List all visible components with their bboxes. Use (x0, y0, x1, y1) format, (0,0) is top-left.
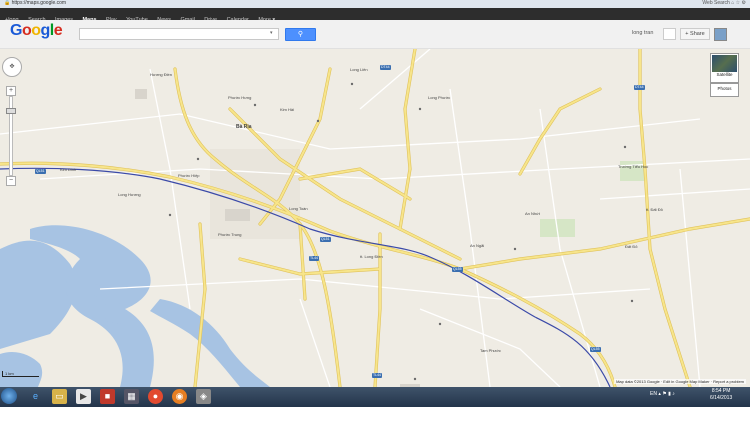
map-scale: 1 km (2, 371, 39, 377)
clock-time: 8:54 PM (711, 388, 731, 394)
map-label[interactable]: Long Liên (350, 67, 368, 72)
map-label[interactable]: An Nhứt (525, 211, 540, 216)
zoom-in-button[interactable]: + (6, 86, 16, 96)
map-label[interactable]: Hương Điền (150, 72, 172, 77)
map-label[interactable]: Phước Hiệp (178, 173, 200, 178)
road-shield: QL51 (35, 169, 46, 174)
volume-icon: ♪ (672, 391, 675, 397)
satellite-toggle[interactable]: Satellite (710, 53, 739, 83)
search-placeholder: Web Search (702, 0, 730, 6)
road-shield: QL55 (452, 267, 463, 272)
map-label[interactable]: Đất Đỏ (625, 244, 637, 249)
search-button[interactable]: ⚲ (285, 28, 316, 41)
user-name[interactable]: long tran (632, 30, 653, 36)
system-tray[interactable]: EN ▴ ⚑ ▮ ♪ (650, 391, 675, 397)
flag-icon: ⚑ (662, 391, 667, 397)
map-label[interactable]: Long Phước (428, 95, 450, 100)
notification-button[interactable] (663, 28, 676, 40)
map-canvas[interactable]: Hương Điền Phước Hưng Bà Rịa Kim Dinh Ph… (0, 49, 750, 387)
map-label[interactable]: Trường Tiểu Học (618, 164, 648, 169)
file-explorer-icon[interactable]: ▭ (52, 389, 67, 404)
bottom-margin (0, 407, 750, 421)
zoom-slider-thumb[interactable] (6, 108, 16, 114)
maps-search-input[interactable] (79, 28, 279, 40)
map-label[interactable]: Kim Dinh (60, 167, 76, 172)
lock-icon: 🔒 (4, 0, 12, 6)
firefox-icon[interactable]: ◉ (172, 389, 187, 404)
share-button[interactable]: + Share (680, 28, 710, 40)
road-shield: QL55 (590, 347, 601, 352)
start-button[interactable] (1, 388, 17, 404)
internet-explorer-icon[interactable]: e (28, 389, 43, 404)
satellite-thumbnail (712, 55, 737, 72)
chrome-icon[interactable]: ● (148, 389, 163, 404)
avatar[interactable] (714, 28, 727, 41)
pan-arrows-icon: ✥ (9, 64, 15, 70)
map-label[interactable]: Phước Hưng (228, 95, 251, 100)
map-label[interactable]: Long Toàn (289, 206, 308, 211)
google-logo[interactable]: Google (10, 22, 63, 40)
road-shield: QL51 (320, 237, 331, 242)
home-icon[interactable]: ⌂ (731, 0, 734, 6)
satellite-label: Satellite (716, 72, 733, 77)
map-label[interactable]: An Ngãi (470, 243, 484, 248)
app-icon-3[interactable]: ◈ (196, 389, 211, 404)
road-shield: TL44 (309, 256, 319, 261)
photos-toggle[interactable]: Photos (710, 83, 739, 97)
map-graphics (0, 49, 750, 387)
app-icon[interactable]: ■ (100, 389, 115, 404)
pan-control[interactable]: ✥ (2, 57, 22, 77)
clock-date: 6/14/2013 (710, 395, 733, 401)
gear-icon[interactable]: ⚙ (742, 0, 746, 6)
map-label[interactable]: Bà Rịa (236, 124, 252, 130)
taskbar-clock[interactable]: 8:54 PM 6/14/2013 (710, 388, 732, 402)
network-icon: ▮ (668, 391, 671, 397)
search-dropdown-icon[interactable]: ▾ (270, 30, 273, 36)
map-label[interactable]: Long Hương (118, 192, 141, 197)
map-label[interactable]: Phước Trung (218, 232, 242, 237)
map-label[interactable]: tt. Long Điền (360, 254, 383, 259)
road-shield: TL44 (372, 373, 382, 378)
magnifier-icon: ⚲ (297, 31, 304, 38)
map-label[interactable]: Tam Phước (480, 348, 501, 353)
map-data-attribution[interactable]: Map data ©2013 Google · Edit in Google M… (614, 379, 746, 384)
address-url: https://maps.google.com (11, 0, 67, 6)
map-label[interactable]: Kim Hải (280, 107, 294, 112)
map-label[interactable]: tt. Đất Đỏ (646, 207, 663, 212)
google-bar: +long Search Images Maps Play YouTube Ne… (0, 8, 750, 23)
road-shield: DT44 (380, 65, 391, 70)
star-icon[interactable]: ☆ (736, 0, 740, 6)
address-bar[interactable]: 🔒 https://maps.google.com (4, 0, 524, 7)
road-shield: DT44 (634, 85, 645, 90)
app-icon-2[interactable]: ▦ (124, 389, 139, 404)
zoom-out-button[interactable]: − (6, 176, 16, 186)
media-player-icon[interactable]: ▶ (76, 389, 91, 404)
tray-language: EN (650, 391, 657, 397)
browser-search-box[interactable]: Web Search ⌂ ☆ ⚙ (702, 0, 746, 7)
